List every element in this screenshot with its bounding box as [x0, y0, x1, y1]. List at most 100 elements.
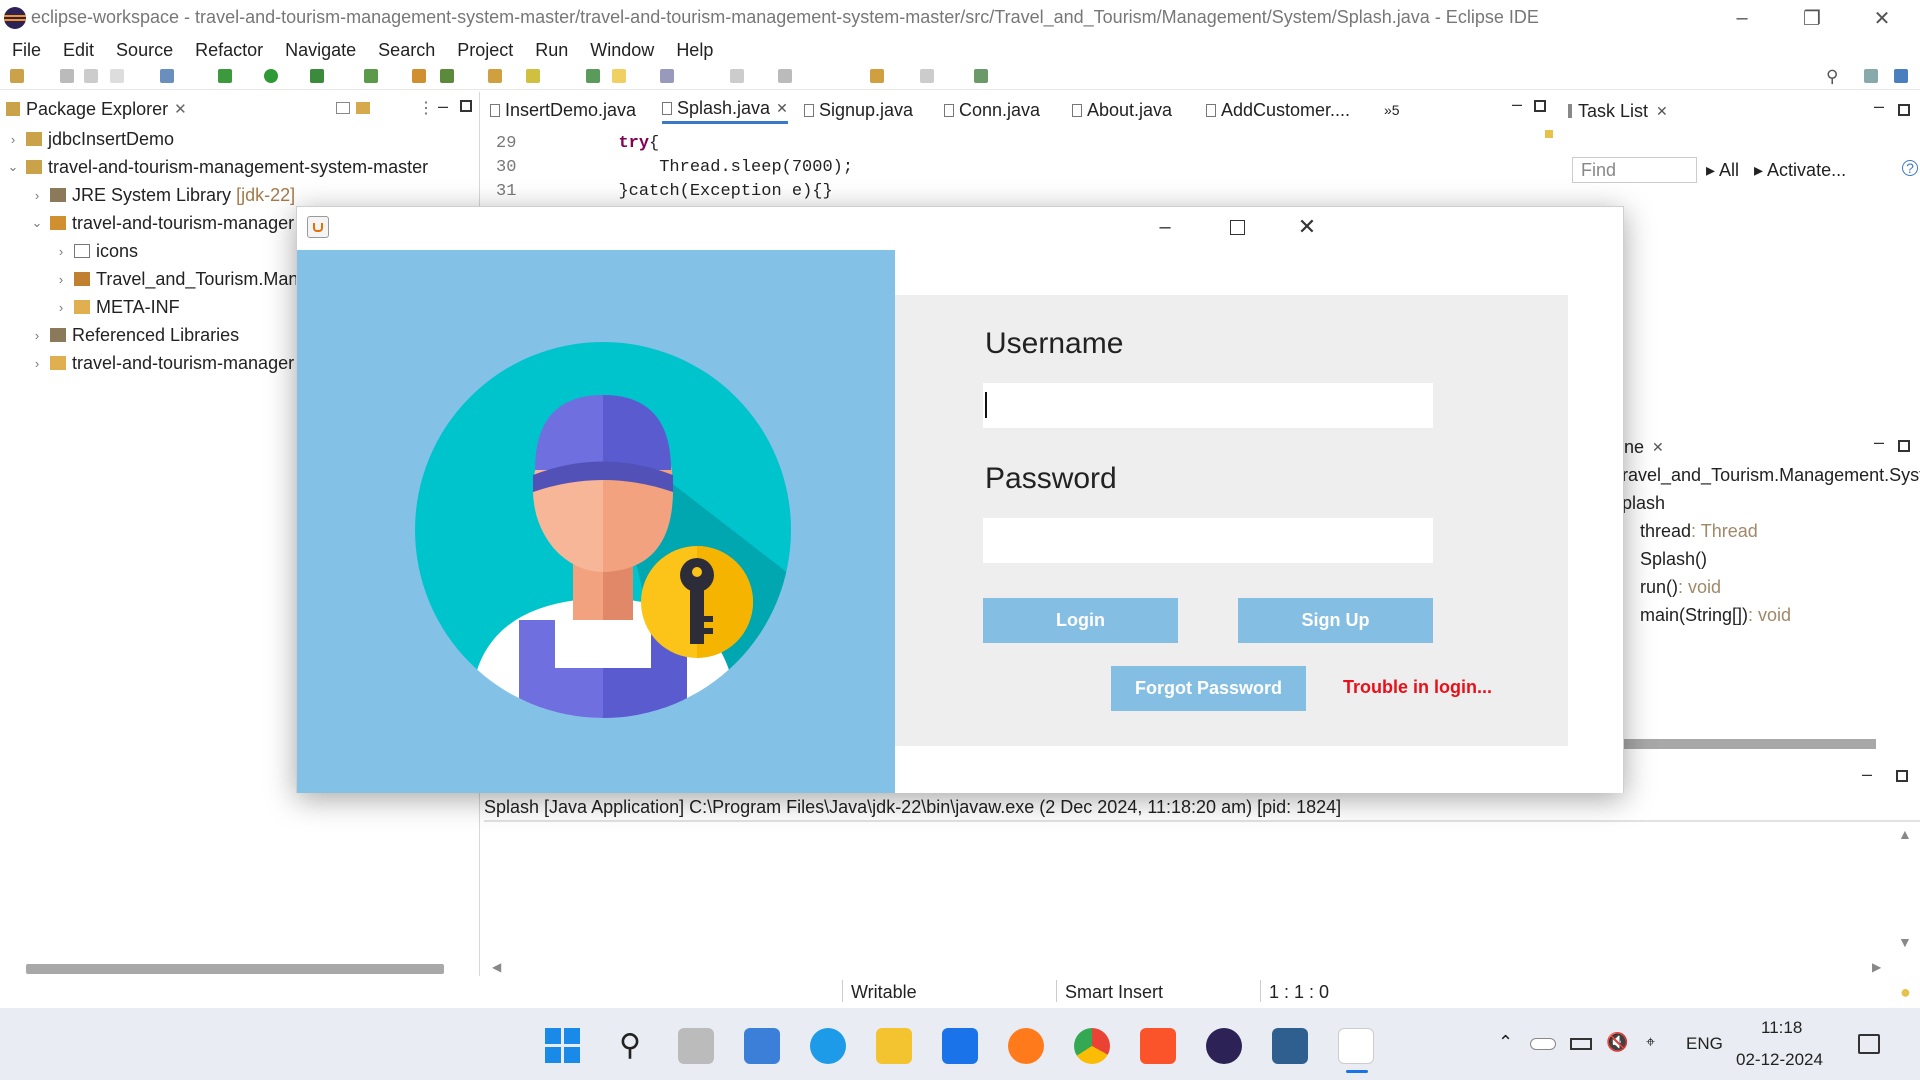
new-icon[interactable]	[10, 69, 24, 83]
tree-item-travel-project[interactable]: ⌄ travel-and-tourism-management-system-m…	[6, 154, 429, 180]
minimize-view-icon[interactable]: –	[1874, 96, 1884, 117]
tab-splash[interactable]: Splash.java ✕	[662, 96, 788, 124]
pin-editor-icon[interactable]	[974, 69, 988, 83]
close-tab-icon[interactable]: ✕	[776, 100, 788, 117]
tree-item-jdbcinsertdemo[interactable]: › jdbcInsertDemo	[6, 126, 174, 152]
tree-item-src-folder[interactable]: ⌄ travel-and-tourism-manager	[30, 210, 295, 236]
chevron-right-icon[interactable]: ›	[6, 132, 20, 147]
next-annotation-icon[interactable]	[730, 69, 744, 83]
forward-icon[interactable]	[920, 69, 934, 83]
menu-help[interactable]: Help	[676, 40, 713, 61]
run-icon[interactable]	[264, 69, 278, 83]
close-tab-icon[interactable]: ✕	[174, 100, 187, 118]
windows-start-icon[interactable]	[545, 1028, 581, 1064]
chevron-right-icon[interactable]: ›	[30, 356, 44, 371]
more-tabs-button[interactable]: »5	[1384, 96, 1400, 124]
view-menu-icon[interactable]: ⋮	[418, 98, 434, 118]
new-class-icon[interactable]	[440, 69, 454, 83]
prev-annotation-icon[interactable]	[778, 69, 792, 83]
language-indicator[interactable]: ENG	[1686, 1034, 1723, 1054]
block-select-icon[interactable]	[660, 69, 674, 83]
search-icon[interactable]: ⚲	[1826, 67, 1838, 87]
show-hidden-icons[interactable]: ⌃	[1498, 1032, 1513, 1053]
open-type-icon[interactable]	[488, 69, 502, 83]
minimize-view-icon[interactable]: –	[438, 96, 448, 117]
collapse-all-icon[interactable]	[336, 102, 350, 114]
chevron-right-icon[interactable]: ›	[30, 328, 44, 343]
tree-item-folder[interactable]: › travel-and-tourism-manager	[30, 350, 294, 376]
console-minimize-icon[interactable]: –	[1862, 764, 1872, 785]
maximize-view-icon[interactable]	[460, 100, 472, 112]
terminal-icon[interactable]	[160, 69, 174, 83]
lightbulb-icon[interactable]: ●	[1900, 982, 1911, 1003]
chevron-right-icon[interactable]: ›	[30, 188, 44, 203]
brave-icon[interactable]	[1140, 1028, 1176, 1064]
trouble-login-link[interactable]: Trouble in login...	[1343, 677, 1492, 698]
menu-source[interactable]: Source	[116, 40, 173, 61]
mail-icon[interactable]	[942, 1028, 978, 1064]
maximize-view-icon[interactable]	[1898, 440, 1910, 452]
open-perspective-icon[interactable]	[1864, 69, 1878, 83]
task-find-input[interactable]: Find	[1572, 157, 1697, 183]
help-icon[interactable]: ?	[1902, 160, 1918, 176]
java-taskbar-icon[interactable]	[1338, 1028, 1374, 1064]
save-all-icon[interactable]	[84, 69, 98, 83]
restore-button[interactable]: ❐	[1784, 0, 1840, 36]
mysql-workbench-icon[interactable]	[1272, 1028, 1308, 1064]
activate-link[interactable]: ▸ Activate...	[1754, 160, 1846, 181]
chrome-icon[interactable]	[1074, 1028, 1110, 1064]
task-view-icon[interactable]	[678, 1028, 714, 1064]
login-button[interactable]: Login	[983, 598, 1178, 643]
volume-muted-icon[interactable]: 🔇	[1606, 1032, 1628, 1053]
tab-about[interactable]: About.java	[1072, 96, 1172, 124]
close-tab-icon[interactable]: ✕	[1656, 103, 1668, 120]
java-perspective-icon[interactable]	[1894, 69, 1908, 83]
code-line[interactable]: 31 }catch(Exception e){}	[496, 180, 833, 204]
widgets-icon[interactable]	[744, 1028, 780, 1064]
outline-item-method[interactable]: main(String[]) : void	[1640, 601, 1791, 629]
outline-scrollbar[interactable]	[1624, 739, 1876, 749]
notifications-icon[interactable]	[1858, 1034, 1880, 1054]
external-tools-icon[interactable]	[364, 69, 378, 83]
menu-file[interactable]: File	[12, 40, 41, 61]
close-tab-icon[interactable]: ✕	[1652, 439, 1664, 456]
clock-date[interactable]: 02-12-2024	[1736, 1050, 1823, 1070]
coverage-icon[interactable]	[310, 69, 324, 83]
file-explorer-icon[interactable]	[876, 1028, 912, 1064]
code-line[interactable]: 29 try{	[496, 132, 659, 156]
menu-window[interactable]: Window	[590, 40, 654, 61]
outline-item-class[interactable]: plash	[1622, 489, 1665, 517]
forgot-password-button[interactable]: Forgot Password	[1111, 666, 1306, 711]
toggle-mark-icon[interactable]	[586, 69, 600, 83]
code-line[interactable]: 30 Thread.sleep(7000);	[496, 156, 853, 180]
new-java-project-icon[interactable]	[412, 69, 426, 83]
outline-tab[interactable]: ne	[1624, 437, 1644, 458]
battery-icon[interactable]	[1570, 1038, 1592, 1050]
menu-search[interactable]: Search	[378, 40, 435, 61]
tab-conn[interactable]: Conn.java	[944, 96, 1040, 124]
search-taskbar-icon[interactable]: ⚲	[612, 1028, 648, 1064]
username-input[interactable]	[983, 383, 1433, 428]
splash-minimize-button[interactable]: –	[1137, 209, 1193, 245]
debug-icon[interactable]	[218, 69, 232, 83]
menu-project[interactable]: Project	[457, 40, 513, 61]
outline-item-constructor[interactable]: Splash()	[1640, 545, 1707, 573]
tab-addcustomer[interactable]: AddCustomer....	[1206, 96, 1350, 124]
edge-icon[interactable]	[810, 1028, 846, 1064]
highlight-icon[interactable]	[612, 69, 626, 83]
undo-icon[interactable]	[110, 69, 124, 83]
splash-maximize-button[interactable]	[1209, 209, 1265, 245]
tree-item-meta-inf[interactable]: › META-INF	[54, 294, 180, 320]
outline-item-method[interactable]: run() : void	[1640, 573, 1721, 601]
menu-edit[interactable]: Edit	[63, 40, 94, 61]
scroll-left-icon[interactable]: ◀	[492, 960, 501, 974]
clock-time[interactable]: 11:18	[1761, 1018, 1802, 1038]
maximize-view-icon[interactable]	[1898, 104, 1910, 116]
wifi-icon[interactable]: ⌖	[1646, 1034, 1655, 1052]
tree-item-referenced-libraries[interactable]: › Referenced Libraries	[30, 322, 239, 348]
outline-item-package[interactable]: ravel_and_Tourism.Management.Syste	[1622, 461, 1920, 489]
password-input[interactable]	[983, 518, 1433, 563]
chevron-right-icon[interactable]: ›	[54, 272, 68, 287]
chevron-down-icon[interactable]: ⌄	[6, 159, 20, 175]
scroll-up-icon[interactable]: ▲	[1898, 826, 1912, 842]
